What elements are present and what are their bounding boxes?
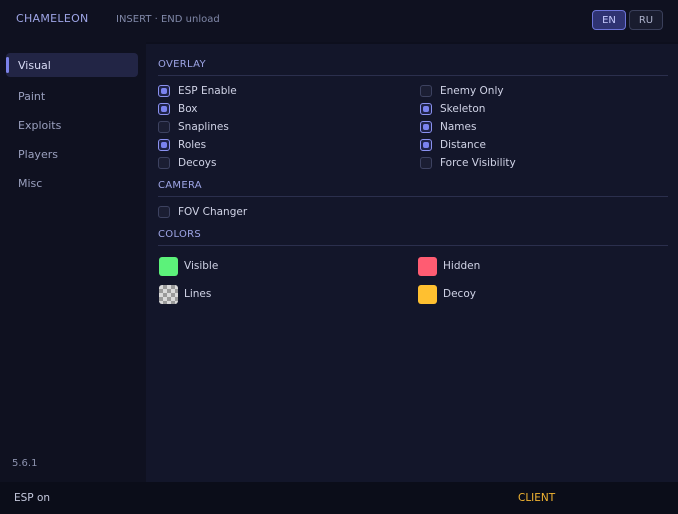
checkbox-label: FOV Changer — [178, 206, 248, 218]
checkbox-label: Force Visibility — [440, 157, 516, 169]
esp-enable-checkbox[interactable]: ESP Enable — [158, 84, 237, 98]
decoy-color-swatch[interactable] — [418, 284, 437, 304]
checkbox-box — [158, 103, 170, 115]
checkbox-box — [420, 157, 432, 169]
top-bar: CHAMELEON INSERT · END unload EN RU — [0, 0, 678, 42]
checkbox-box — [420, 85, 432, 97]
app-title: CHAMELEON — [16, 12, 89, 25]
hotkey-hint: INSERT · END unload — [116, 14, 220, 25]
color-label: Decoy — [443, 288, 476, 300]
checkbox-box — [420, 103, 432, 115]
skeleton-checkbox[interactable]: Skeleton — [420, 102, 485, 116]
names-checkbox[interactable]: Names — [420, 120, 476, 134]
distance-checkbox[interactable]: Distance — [420, 138, 486, 152]
sidebar-item-players[interactable]: Players — [6, 142, 138, 166]
checkbox-box — [158, 121, 170, 133]
sidebar: Visual Paint Exploits Players Misc — [0, 42, 146, 482]
checkbox-box — [158, 85, 170, 97]
sidebar-item-paint[interactable]: Paint — [6, 84, 138, 108]
box-checkbox[interactable]: Box — [158, 102, 198, 116]
checkbox-box — [158, 206, 170, 218]
sidebar-item-label: Misc — [18, 176, 43, 190]
client-status: CLIENT — [518, 492, 556, 504]
checkbox-label: Decoys — [178, 157, 217, 169]
lines-color-picker[interactable]: Lines — [159, 284, 211, 304]
decoys-checkbox[interactable]: Decoys — [158, 156, 216, 170]
checkbox-label: ESP Enable — [178, 85, 237, 97]
checkbox-label: Names — [440, 121, 477, 133]
sidebar-item-visual[interactable]: Visual — [6, 53, 138, 77]
lang-ru-button[interactable]: RU — [629, 10, 663, 30]
checkbox-box — [420, 139, 432, 151]
colors-section-title: COLORS — [158, 229, 202, 240]
snaplines-checkbox[interactable]: Snaplines — [158, 120, 229, 134]
camera-divider — [158, 196, 668, 197]
sidebar-item-label: Exploits — [18, 118, 62, 132]
sidebar-item-label: Players — [18, 147, 58, 161]
overlay-section-title: OVERLAY — [158, 59, 206, 70]
checkbox-box — [158, 157, 170, 169]
sidebar-item-label: Visual — [18, 58, 51, 72]
roles-checkbox[interactable]: Roles — [158, 138, 206, 152]
esp-status: ESP on — [14, 492, 51, 504]
color-label: Hidden — [443, 260, 481, 272]
enemy-only-checkbox[interactable]: Enemy Only — [420, 84, 504, 98]
hidden-color-picker[interactable]: Hidden — [418, 256, 480, 276]
overlay-divider — [158, 75, 668, 76]
checkbox-box — [420, 121, 432, 133]
color-label: Visible — [184, 260, 219, 272]
checkbox-label: Box — [178, 103, 198, 115]
version-label: 5.6.1 — [12, 458, 38, 469]
lines-color-swatch[interactable] — [159, 284, 178, 304]
checkbox-label: Snaplines — [178, 121, 229, 133]
camera-section-title: CAMERA — [158, 180, 202, 191]
checkbox-label: Skeleton — [440, 103, 486, 115]
visual-panel: OVERLAY ESP Enable Box Snaplines Roles D… — [146, 44, 678, 482]
force-visibility-checkbox[interactable]: Force Visibility — [420, 156, 516, 170]
checkbox-label: Roles — [178, 139, 207, 151]
checkbox-label: Enemy Only — [440, 85, 504, 97]
checkbox-box — [158, 139, 170, 151]
colors-divider — [158, 245, 668, 246]
decoy-color-picker[interactable]: Decoy — [418, 284, 476, 304]
color-label: Lines — [184, 288, 212, 300]
checkbox-label: Distance — [440, 139, 486, 151]
sidebar-item-label: Paint — [18, 89, 46, 103]
visible-color-picker[interactable]: Visible — [159, 256, 218, 276]
visible-color-swatch[interactable] — [159, 256, 178, 276]
status-bar: ESP on CLIENT — [0, 482, 678, 514]
hidden-color-swatch[interactable] — [418, 256, 437, 276]
sidebar-item-misc[interactable]: Misc — [6, 171, 138, 195]
fov-changer-checkbox[interactable]: FOV Changer — [158, 205, 247, 219]
lang-en-button[interactable]: EN — [592, 10, 626, 30]
sidebar-item-exploits[interactable]: Exploits — [6, 113, 138, 137]
